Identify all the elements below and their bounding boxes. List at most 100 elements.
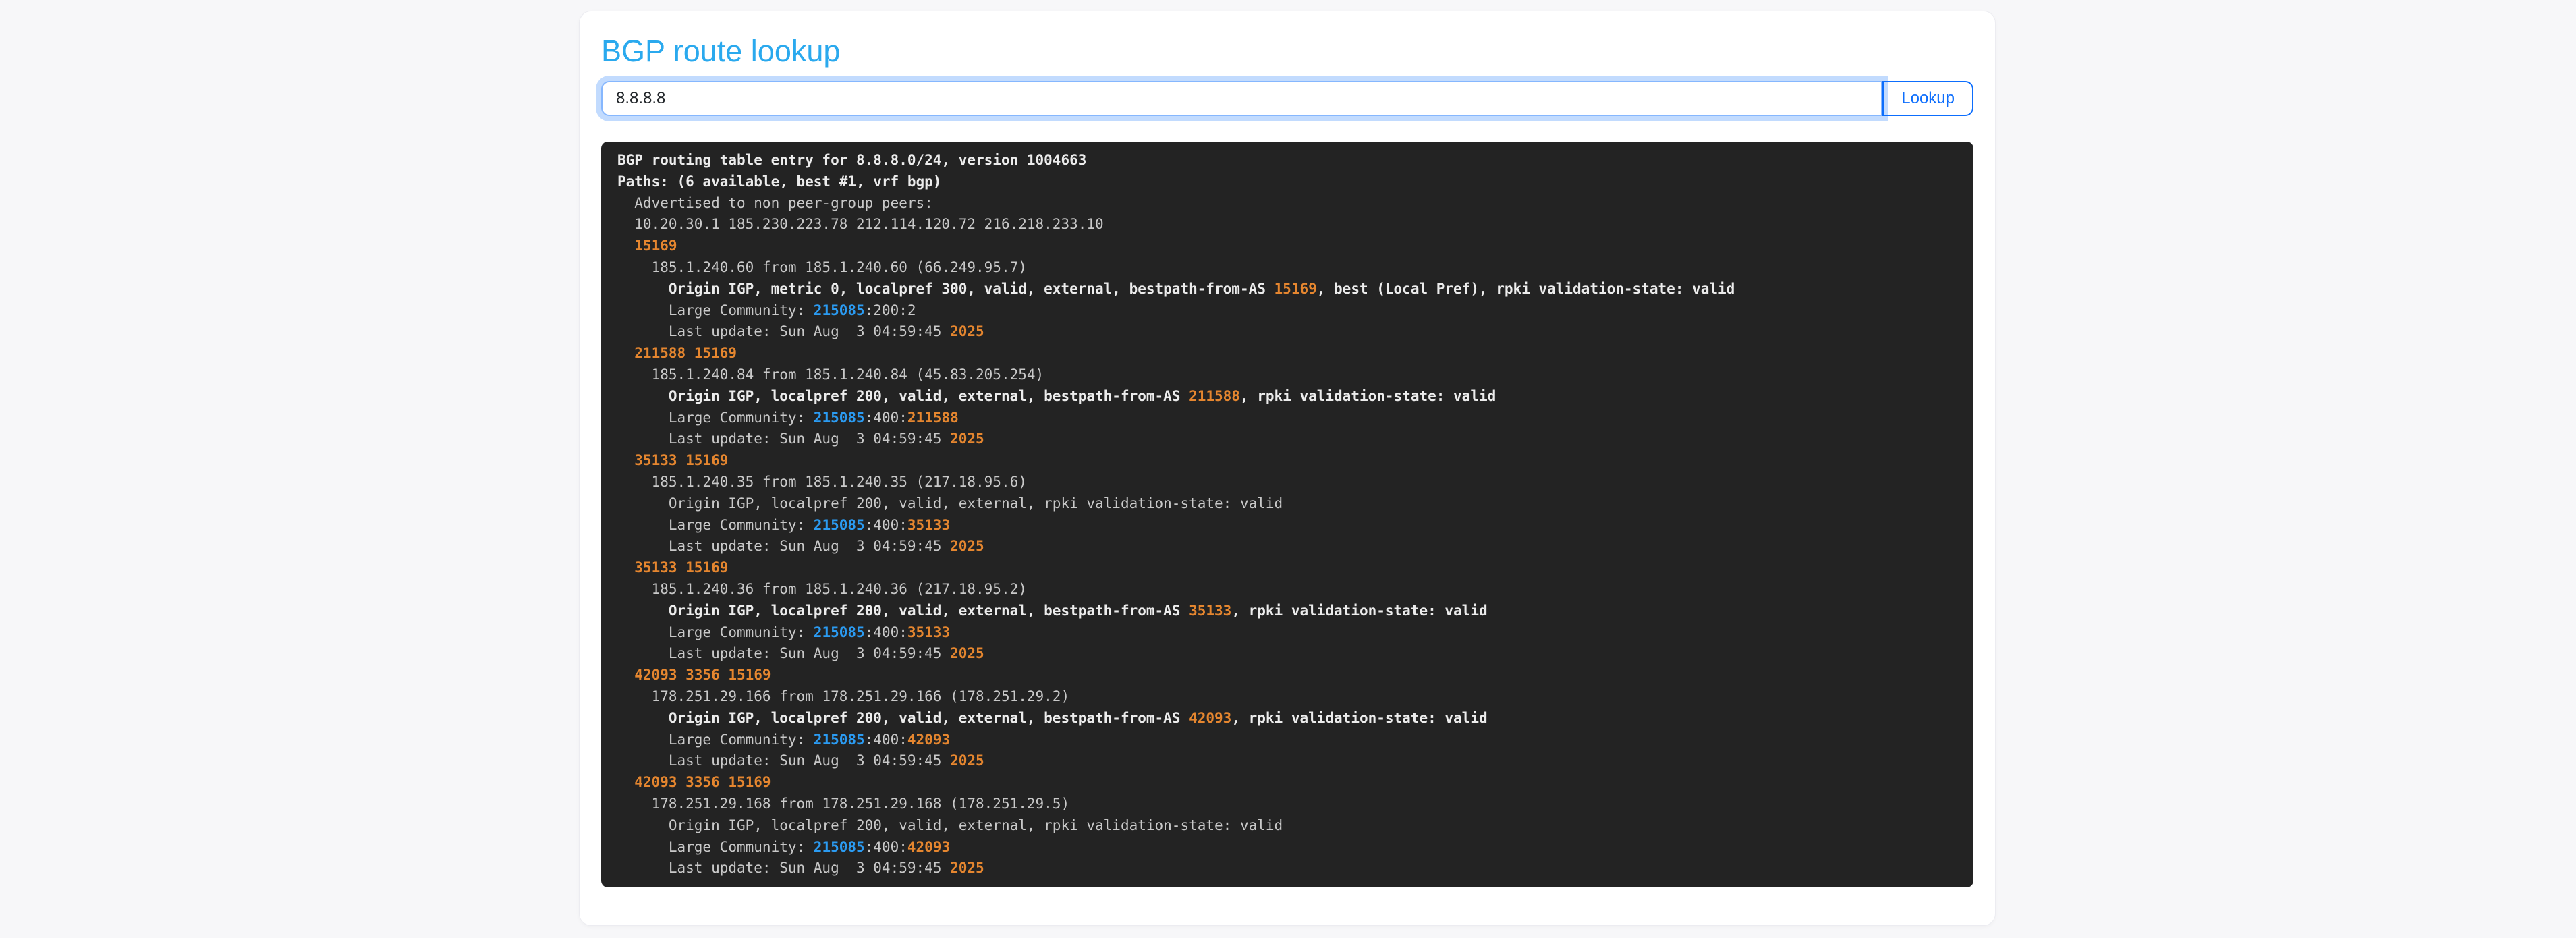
highlighted-as-number: 2025: [950, 431, 984, 447]
highlighted-as-number: 35133: [907, 517, 950, 533]
terminal-text: Large Community:: [617, 839, 814, 855]
terminal-line: BGP routing table entry for 8.8.8.0/24, …: [617, 150, 1957, 171]
terminal-text: Large Community:: [617, 410, 814, 426]
terminal-line: 185.1.240.36 from 185.1.240.36 (217.18.9…: [617, 579, 1957, 601]
terminal-line: Paths: (6 available, best #1, vrf bgp): [617, 171, 1957, 193]
terminal-line: Origin IGP, localpref 200, valid, extern…: [617, 601, 1957, 622]
terminal-text: Large Community:: [617, 732, 814, 748]
highlighted-as-number: 35133: [1189, 603, 1231, 619]
terminal-line: Last update: Sun Aug 3 04:59:45 2025: [617, 321, 1957, 343]
terminal-line: Last update: Sun Aug 3 04:59:45 2025: [617, 750, 1957, 772]
route-input-group: Lookup: [601, 81, 1973, 116]
highlighted-as-number: 15169: [1275, 281, 1317, 297]
highlighted-as-number: 215085: [814, 302, 865, 319]
highlighted-as-number: 2025: [950, 752, 984, 769]
terminal-text: , rpki validation-state: valid: [1231, 710, 1487, 726]
highlighted-as-number: 42093 3356 15169: [617, 774, 771, 790]
highlighted-as-number: 2025: [950, 323, 984, 339]
highlighted-as-number: 42093 3356 15169: [617, 667, 771, 683]
terminal-text: Last update: Sun Aug 3 04:59:45: [617, 323, 950, 339]
terminal-text: Origin IGP, localpref 200, valid, extern…: [617, 495, 1283, 512]
terminal-text: Last update: Sun Aug 3 04:59:45: [617, 860, 950, 876]
highlighted-as-number: 211588: [907, 410, 959, 426]
highlighted-as-number: 2025: [950, 645, 984, 661]
terminal-text: Origin IGP, localpref 200, valid, extern…: [617, 817, 1283, 833]
terminal-line: 185.1.240.35 from 185.1.240.35 (217.18.9…: [617, 472, 1957, 493]
terminal-output: BGP routing table entry for 8.8.8.0/24, …: [601, 142, 1973, 887]
highlighted-as-number: 35133 15169: [617, 559, 728, 576]
terminal-text: Origin IGP, localpref 200, valid, extern…: [617, 388, 1189, 404]
terminal-line: 10.20.30.1 185.230.223.78 212.114.120.72…: [617, 214, 1957, 236]
terminal-text: Origin IGP, metric 0, localpref 300, val…: [617, 281, 1275, 297]
terminal-text: , best (Local Pref), rpki validation-sta…: [1317, 281, 1735, 297]
terminal-text: :400:: [865, 517, 907, 533]
highlighted-as-number: 211588 15169: [617, 345, 737, 361]
lookup-button[interactable]: Lookup: [1882, 81, 1973, 116]
highlighted-as-number: 215085: [814, 410, 865, 426]
highlighted-as-number: 2025: [950, 860, 984, 876]
terminal-text: 178.251.29.166 from 178.251.29.166 (178.…: [617, 688, 1069, 705]
terminal-text: :400:: [865, 839, 907, 855]
terminal-text: Large Community:: [617, 624, 814, 640]
terminal-text: Advertised to non peer-group peers:: [617, 195, 933, 211]
terminal-line: 35133 15169: [617, 557, 1957, 579]
highlighted-as-number: 42093: [907, 732, 950, 748]
terminal-line: 15169: [617, 236, 1957, 257]
terminal-text: Paths: (6 available, best #1, vrf bgp): [617, 173, 941, 190]
terminal-line: 42093 3356 15169: [617, 772, 1957, 794]
terminal-line: Large Community: 215085:400:211588: [617, 408, 1957, 429]
terminal-line: Origin IGP, metric 0, localpref 300, val…: [617, 279, 1957, 300]
terminal-text: BGP routing table entry for 8.8.8.0/24, …: [617, 152, 1086, 168]
terminal-text: Large Community:: [617, 302, 814, 319]
terminal-line: Large Community: 215085:400:35133: [617, 515, 1957, 536]
terminal-text: 178.251.29.168 from 178.251.29.168 (178.…: [617, 796, 1069, 812]
highlighted-as-number: 215085: [814, 624, 865, 640]
terminal-text: , rpki validation-state: valid: [1240, 388, 1496, 404]
terminal-text: Large Community:: [617, 517, 814, 533]
terminal-text: Last update: Sun Aug 3 04:59:45: [617, 752, 950, 769]
terminal-line: Large Community: 215085:400:42093: [617, 729, 1957, 751]
terminal-line: Origin IGP, localpref 200, valid, extern…: [617, 708, 1957, 729]
terminal-text: 185.1.240.35 from 185.1.240.35 (217.18.9…: [617, 474, 1027, 490]
highlighted-as-number: 42093: [1189, 710, 1231, 726]
terminal-line: 35133 15169: [617, 450, 1957, 472]
terminal-line: Last update: Sun Aug 3 04:59:45 2025: [617, 858, 1957, 879]
terminal-text: Origin IGP, localpref 200, valid, extern…: [617, 603, 1189, 619]
terminal-line: Origin IGP, localpref 200, valid, extern…: [617, 815, 1957, 837]
terminal-text: Last update: Sun Aug 3 04:59:45: [617, 431, 950, 447]
terminal-text: Origin IGP, localpref 200, valid, extern…: [617, 710, 1189, 726]
terminal-line: Large Community: 215085:200:2: [617, 300, 1957, 322]
terminal-text: :200:2: [865, 302, 916, 319]
terminal-text: Last update: Sun Aug 3 04:59:45: [617, 645, 950, 661]
terminal-line: Last update: Sun Aug 3 04:59:45 2025: [617, 429, 1957, 450]
terminal-line: 185.1.240.60 from 185.1.240.60 (66.249.9…: [617, 257, 1957, 279]
terminal-line: 185.1.240.84 from 185.1.240.84 (45.83.20…: [617, 364, 1957, 386]
page-title: BGP route lookup: [601, 33, 1973, 70]
terminal-text: :400:: [865, 624, 907, 640]
terminal-text: Last update: Sun Aug 3 04:59:45: [617, 538, 950, 554]
bgp-lookup-card: BGP route lookup Lookup BGP routing tabl…: [579, 11, 1996, 926]
terminal-text: :400:: [865, 410, 907, 426]
highlighted-as-number: 42093: [907, 839, 950, 855]
terminal-text: 185.1.240.36 from 185.1.240.36 (217.18.9…: [617, 581, 1027, 597]
terminal-text: 10.20.30.1 185.230.223.78 212.114.120.72…: [617, 216, 1104, 232]
terminal-line: Last update: Sun Aug 3 04:59:45 2025: [617, 643, 1957, 665]
terminal-line: Last update: Sun Aug 3 04:59:45 2025: [617, 536, 1957, 557]
terminal-line: Advertised to non peer-group peers:: [617, 193, 1957, 215]
highlighted-as-number: 35133 15169: [617, 452, 728, 468]
terminal-text: 185.1.240.60 from 185.1.240.60 (66.249.9…: [617, 259, 1027, 275]
highlighted-as-number: 211588: [1189, 388, 1240, 404]
route-input[interactable]: [601, 81, 1882, 116]
highlighted-as-number: 2025: [950, 538, 984, 554]
highlighted-as-number: 35133: [907, 624, 950, 640]
terminal-line: 178.251.29.166 from 178.251.29.166 (178.…: [617, 686, 1957, 708]
terminal-line: Origin IGP, localpref 200, valid, extern…: [617, 493, 1957, 515]
highlighted-as-number: 215085: [814, 517, 865, 533]
highlighted-as-number: 215085: [814, 839, 865, 855]
highlighted-as-number: 215085: [814, 732, 865, 748]
terminal-text: , rpki validation-state: valid: [1231, 603, 1487, 619]
terminal-line: 211588 15169: [617, 343, 1957, 364]
terminal-line: Large Community: 215085:400:42093: [617, 837, 1957, 858]
terminal-line: 42093 3356 15169: [617, 665, 1957, 686]
terminal-text: :400:: [865, 732, 907, 748]
